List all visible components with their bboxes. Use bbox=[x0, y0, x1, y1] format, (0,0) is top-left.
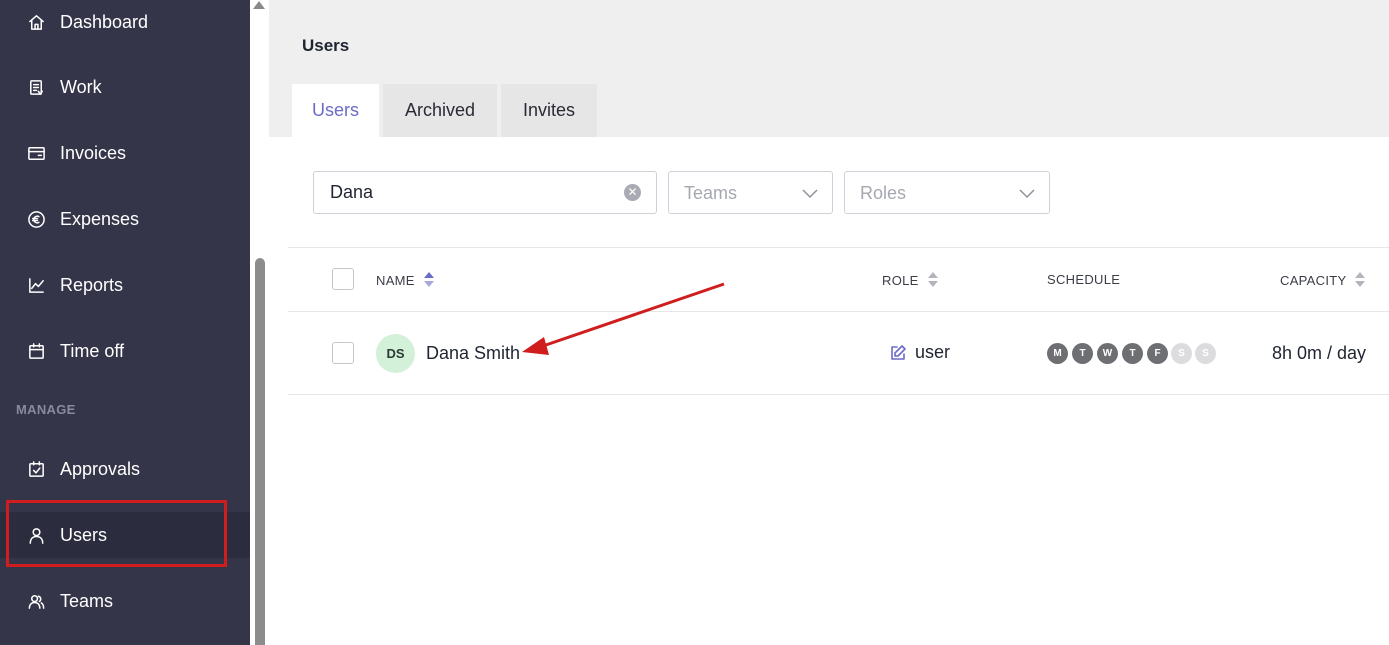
column-header-label: CAPACITY bbox=[1280, 272, 1347, 288]
tab-invites[interactable]: Invites bbox=[501, 84, 597, 137]
sidebar-item-label: Invoices bbox=[60, 142, 127, 163]
sidebar-item-dashboard[interactable]: Dashboard bbox=[0, 0, 250, 44]
sidebar-item-work[interactable]: Work bbox=[0, 65, 250, 109]
euro-icon bbox=[26, 209, 46, 229]
sidebar-item-label: Reports bbox=[60, 274, 124, 295]
scroll-thumb[interactable] bbox=[255, 258, 265, 645]
sidebar-item-time-off[interactable]: Time off bbox=[0, 329, 250, 373]
capacity-value: 8h 0m / day bbox=[1272, 343, 1367, 363]
edit-icon[interactable] bbox=[889, 344, 907, 362]
clear-search-icon[interactable]: ✕ bbox=[624, 184, 641, 201]
table-divider bbox=[288, 311, 1389, 312]
schedule-day-wednesday: W bbox=[1097, 343, 1118, 364]
tab-archived[interactable]: Archived bbox=[383, 84, 497, 137]
sidebar-item-label: Time off bbox=[60, 340, 125, 361]
search-input[interactable] bbox=[314, 172, 614, 213]
row-checkbox[interactable] bbox=[332, 342, 354, 364]
avatar: DS bbox=[376, 334, 415, 373]
sidebar-item-invoices[interactable]: Invoices bbox=[0, 131, 250, 175]
schedule-day-friday: F bbox=[1147, 343, 1168, 364]
chart-icon bbox=[26, 275, 46, 295]
select-all-checkbox[interactable] bbox=[332, 268, 354, 290]
schedule-day-monday: M bbox=[1047, 343, 1068, 364]
main-content: Users Users Archived Invites ✕ Teams Rol… bbox=[269, 0, 1389, 645]
sidebar-item-label: Work bbox=[60, 76, 102, 97]
tab-users[interactable]: Users bbox=[292, 84, 379, 137]
search-field: ✕ bbox=[313, 171, 657, 214]
chevron-down-icon bbox=[802, 186, 818, 199]
section-label-manage: MANAGE bbox=[16, 402, 76, 417]
roles-placeholder: Roles bbox=[860, 183, 907, 203]
sidebar-item-users[interactable]: Users bbox=[0, 512, 250, 558]
schedule-day-sunday: S bbox=[1195, 343, 1216, 364]
sidebar-item-label: Expenses bbox=[60, 208, 140, 229]
schedule-day-tuesday: T bbox=[1072, 343, 1093, 364]
sidebar-item-label: Users bbox=[60, 524, 108, 545]
user-icon bbox=[26, 525, 46, 545]
table-divider bbox=[288, 247, 1389, 248]
roles-select[interactable]: Roles bbox=[844, 171, 1050, 214]
schedule-day-saturday: S bbox=[1171, 343, 1192, 364]
column-header-role[interactable]: ROLE bbox=[882, 272, 938, 288]
role-value: user bbox=[915, 342, 951, 362]
sidebar-scrollbar[interactable] bbox=[250, 0, 269, 645]
calendar-icon bbox=[26, 341, 46, 361]
page-title: Users bbox=[302, 36, 350, 55]
column-header-label: SCHEDULE bbox=[1047, 272, 1121, 287]
sidebar-item-label: Dashboard bbox=[60, 11, 149, 32]
teams-placeholder: Teams bbox=[684, 183, 738, 203]
sidebar-item-label: Approvals bbox=[60, 458, 141, 479]
team-icon bbox=[26, 591, 46, 611]
sidebar-item-approvals[interactable]: Approvals bbox=[0, 447, 250, 491]
column-header-schedule: SCHEDULE bbox=[1047, 272, 1120, 287]
page-header: Users Users Archived Invites bbox=[269, 0, 1389, 137]
sidebar-item-label: Teams bbox=[60, 590, 114, 611]
sidebar-item-expenses[interactable]: Expenses bbox=[0, 197, 250, 241]
sort-icon[interactable] bbox=[927, 272, 938, 288]
calendar-check-icon bbox=[26, 459, 46, 479]
invoice-icon bbox=[26, 143, 46, 163]
teams-select[interactable]: Teams bbox=[668, 171, 833, 214]
sort-icon[interactable] bbox=[423, 272, 434, 288]
clipboard-icon bbox=[26, 77, 46, 97]
column-header-capacity[interactable]: CAPACITY bbox=[1280, 272, 1366, 288]
sidebar-item-reports[interactable]: Reports bbox=[0, 263, 250, 307]
column-header-label: NAME bbox=[376, 272, 415, 288]
home-icon bbox=[26, 12, 46, 32]
sort-icon[interactable] bbox=[1355, 272, 1366, 288]
sidebar: Dashboard Work Invoices Expenses Reports… bbox=[0, 0, 250, 645]
column-header-label: ROLE bbox=[882, 272, 919, 288]
sidebar-item-teams[interactable]: Teams bbox=[0, 579, 250, 623]
table-divider bbox=[288, 394, 1389, 395]
scroll-up-arrow-icon[interactable] bbox=[253, 1, 265, 9]
column-header-name[interactable]: NAME bbox=[376, 272, 434, 288]
schedule-day-thursday: T bbox=[1122, 343, 1143, 364]
user-name-link[interactable]: Dana Smith bbox=[426, 343, 520, 364]
chevron-down-icon bbox=[1019, 186, 1035, 199]
